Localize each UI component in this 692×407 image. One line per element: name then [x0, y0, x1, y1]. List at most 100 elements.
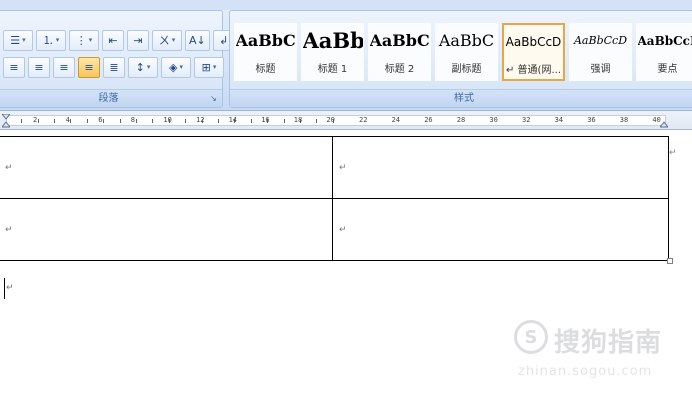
paragraph-dialog-launcher-icon[interactable]: ↘	[209, 94, 218, 103]
increase-indent-button[interactable]: ⇥	[127, 29, 149, 51]
style-preview: AaBbC	[369, 31, 430, 50]
ruler-label: 38	[619, 116, 629, 124]
style-name: ↵ 普通(网...	[506, 65, 561, 76]
ruler-label: 4	[65, 116, 70, 124]
paragraph-mark: ↵	[6, 283, 14, 293]
align-right-button[interactable]: ≡	[53, 56, 75, 78]
style-tile[interactable]: AaBbC 标题	[234, 23, 297, 81]
ruler-label: 14	[228, 116, 238, 124]
style-preview: AaBbCcD	[505, 35, 562, 49]
ruler-tick	[185, 119, 187, 123]
style-preview: AaBbC	[235, 31, 296, 50]
table-resize-handle[interactable]	[667, 258, 673, 264]
ruler-tick	[103, 119, 105, 123]
chevron-down-icon: ▾	[146, 63, 151, 71]
left-indent-marker-icon[interactable]	[2, 114, 10, 128]
chevron-down-icon: ▾	[179, 63, 183, 71]
chevron-down-icon: ▾	[22, 36, 26, 44]
text-cursor	[4, 278, 5, 299]
style-name: 副标题	[451, 64, 482, 75]
justify-icon: ≡	[84, 60, 94, 74]
paragraph-group: ☰ ▾ ⒈ ▾ ⋮ ▾ ⇤ ⇥ ㄨ ▾ A↓ ↲ ≡ ≡ ≡ ≡ ≣ ↕ ▾ ◈ ▾ ⊞ ▾ 段落 ↘	[0, 10, 235, 108]
align-center-button[interactable]: ≡	[28, 56, 50, 78]
chinese-layout-button[interactable]: ㄨ ▾	[152, 29, 182, 51]
ruler-tick	[119, 119, 121, 123]
sogou-logo-icon: S	[514, 320, 548, 354]
table-cell[interactable]: ↵	[332, 136, 669, 199]
table-cell[interactable]: ↵	[332, 198, 669, 261]
style-name: 强调	[590, 64, 611, 75]
styles-group: AaBbC 标题 AaBb 标题 1 AaBbC 标题 2 AaBbC 副标题 AaBbCcD ↵…	[229, 10, 692, 108]
ribbon-tab-strip	[0, 0, 692, 10]
ruler-tick	[54, 119, 55, 123]
ruler-label: 20	[326, 116, 335, 124]
sogou-watermark: S 搜狗指南 zhinan.sogou.com	[514, 318, 684, 388]
ruler-label: 6	[98, 116, 103, 124]
multilevel-list-icon: ⋮	[75, 33, 87, 47]
increase-indent-icon: ⇥	[133, 33, 143, 47]
style-preview: AaBb	[302, 28, 363, 53]
row-end-mark: ↵	[669, 148, 677, 158]
style-tile[interactable]: AaBbC 副标题	[435, 23, 498, 81]
paragraph-row-1: ☰ ▾ ⒈ ▾ ⋮ ▾ ⇤ ⇥ ㄨ ▾ A↓ ↲	[3, 29, 235, 51]
decrease-indent-button[interactable]: ⇤	[102, 29, 124, 51]
show-marks-icon: ↲	[219, 33, 229, 47]
table-cell[interactable]: ↵	[0, 136, 333, 199]
chevron-down-icon: ▾	[88, 36, 93, 44]
line-spacing-button[interactable]: ↕ ▾	[128, 56, 158, 78]
ruler-tick	[70, 119, 72, 123]
ruler-tick	[316, 119, 318, 123]
style-name: 要点	[657, 64, 678, 75]
ruler-label: 10	[163, 116, 172, 124]
style-tile[interactable]: AaBbC 标题 2	[368, 23, 431, 81]
style-name: 标题 2	[384, 64, 415, 75]
ruler-tick	[21, 119, 23, 123]
ruler-label: 32	[522, 116, 531, 124]
style-tile[interactable]: AaBb 标题 1	[301, 23, 364, 81]
style-tile[interactable]: AaBbCcD ↵ 普通(网...	[502, 23, 565, 81]
horizontal-ruler[interactable]: 2 4 6 8 10 12 14 16 18 20 22 24 26 28 30 32 34 36 38 40	[0, 111, 692, 130]
document-table[interactable]: ↵ ↵ ↵ ↵	[0, 136, 669, 261]
style-name: 标题 1	[317, 64, 348, 75]
justify-button[interactable]: ≡	[78, 56, 100, 78]
ruler-label: 18	[293, 116, 303, 124]
distributed-icon: ≣	[109, 60, 119, 74]
ruler-tick	[136, 119, 137, 123]
paragraph-mark: ↵	[5, 163, 13, 173]
style-tile[interactable]: AaBbCcD 要点	[636, 23, 692, 81]
ruler-label: 28	[456, 116, 466, 124]
ruler-label: 26	[424, 116, 433, 124]
decrease-indent-icon: ⇤	[108, 33, 118, 47]
ruler-tick	[218, 119, 219, 123]
ruler-tick	[283, 119, 285, 123]
ruler-label: 2	[33, 116, 38, 124]
sort-button[interactable]: A↓	[185, 29, 210, 51]
ruler-label: 8	[130, 116, 136, 124]
ruler-tick	[86, 119, 88, 123]
right-indent-marker-icon[interactable]	[660, 114, 668, 128]
shading-button[interactable]: ◈ ▾	[161, 56, 191, 78]
style-preview: AaBbCcD	[573, 34, 628, 47]
ruler-tick	[250, 119, 252, 123]
chevron-down-icon: ▾	[212, 63, 217, 71]
style-tile[interactable]: AaBbCcD 强调	[569, 23, 632, 81]
paragraph-mark: ↵	[339, 225, 347, 235]
watermark-url: zhinan.sogou.com	[518, 364, 653, 379]
ruler-label: 12	[196, 116, 205, 124]
numbering-icon: ⒈	[42, 34, 54, 47]
multilevel-list-button[interactable]: ⋮ ▾	[69, 29, 99, 51]
ruler-label: 22	[359, 116, 368, 124]
ruler-label: 30	[489, 116, 498, 124]
numbering-button[interactable]: ⒈ ▾	[36, 29, 66, 51]
borders-button[interactable]: ⊞ ▾	[194, 56, 224, 78]
bullets-button[interactable]: ☰ ▾	[3, 29, 33, 51]
ruler-label: 34	[554, 116, 564, 124]
chevron-down-icon: ▾	[171, 36, 176, 44]
paragraph-row-2: ≡ ≡ ≡ ≡ ≣ ↕ ▾ ◈ ▾ ⊞ ▾	[3, 56, 224, 78]
table-cell[interactable]: ↵	[0, 198, 333, 261]
distributed-button[interactable]: ≣	[103, 56, 125, 78]
sort-icon: A↓	[189, 33, 206, 47]
ribbon: ☰ ▾ ⒈ ▾ ⋮ ▾ ⇤ ⇥ ㄨ ▾ A↓ ↲ ≡ ≡ ≡ ≡ ≣ ↕ ▾ ◈ ▾ ⊞ ▾ 段落 ↘ AaBbC 标题 Aa…	[0, 0, 692, 111]
table-row: ↵ ↵	[0, 198, 669, 261]
align-left-button[interactable]: ≡	[3, 56, 25, 78]
